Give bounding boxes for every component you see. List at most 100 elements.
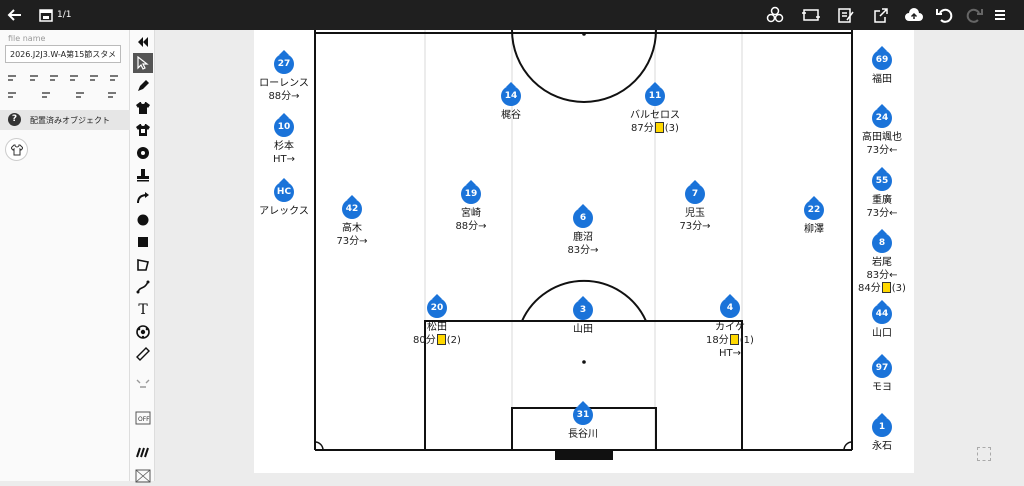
stamp-icon[interactable] (133, 165, 153, 185)
shirt-object-button[interactable] (5, 138, 28, 161)
shirt-dark-icon[interactable] (133, 98, 153, 118)
align-left-icon[interactable] (6, 72, 20, 84)
text-icon[interactable]: T (133, 300, 153, 320)
player-note: 83分→ (567, 245, 599, 256)
player-number: 3 (573, 300, 593, 320)
card-count: (2) (446, 335, 461, 346)
placed-objects-header[interactable]: ? 配置済みオブジェクト (0, 110, 130, 130)
player-number: 42 (342, 199, 362, 219)
player-name: モヨ (872, 382, 892, 393)
back-arrow-icon[interactable] (5, 5, 25, 25)
player-31[interactable]: 31 長谷川 (538, 401, 628, 441)
card-count: (1) (739, 335, 754, 346)
player-10[interactable]: 10 杉本 HT→ (239, 113, 329, 166)
player-6[interactable]: 6 鹿沼 83分→ (538, 204, 628, 257)
align-bottom-icon[interactable] (108, 72, 122, 84)
player-97[interactable]: 97 モヨ (837, 354, 927, 394)
player-number: 11 (645, 86, 665, 106)
player-number: 22 (804, 200, 824, 220)
player-number: 97 (872, 358, 892, 378)
player-note: 73分← (866, 145, 898, 156)
help-icon[interactable]: ? (8, 113, 21, 126)
player-7[interactable]: 7 児玉 73分→ (650, 180, 740, 233)
shirt-number-icon[interactable] (133, 120, 153, 140)
cloud-upload-icon[interactable] (904, 5, 924, 25)
yellow-card-icon (729, 334, 739, 345)
player-19[interactable]: 19 宮崎 88分→ (426, 180, 516, 233)
menu-icon[interactable] (990, 5, 1010, 25)
tool-palette: T OFF (130, 30, 155, 483)
ruler-icon[interactable] (133, 344, 153, 364)
player-24[interactable]: 24 高田颯也 73分← (837, 104, 927, 157)
bring-front-icon[interactable] (74, 89, 88, 101)
wall-icon[interactable] (133, 442, 153, 462)
player-note: 87分 (631, 123, 654, 134)
file-name-label: file name (8, 34, 46, 43)
player-name: 岩尾 (872, 257, 892, 268)
bring-forward-icon[interactable] (6, 89, 20, 101)
swap-icon[interactable] (801, 5, 821, 25)
player-8[interactable]: 8 岩尾 83分← 84分 (3) (837, 229, 927, 295)
redo-icon[interactable] (964, 5, 984, 25)
player-number: 10 (274, 117, 294, 137)
player-number: 14 (501, 86, 521, 106)
player-number: 8 (872, 233, 892, 253)
player-14[interactable]: 14 梶谷 (466, 82, 556, 122)
player-55[interactable]: 55 重廣 73分← (837, 167, 927, 220)
player-20[interactable]: 20 松田 80分 (2) (392, 294, 482, 347)
undo-icon[interactable] (935, 5, 955, 25)
left-panel: file name 2026.J2J3.W-A第15節スタメ ? 配置済みオブジ… (0, 30, 130, 481)
player-27[interactable]: 27 ローレンス 88分→ (239, 50, 329, 103)
line-icon[interactable] (133, 277, 153, 297)
share-tactics-icon[interactable] (765, 5, 785, 25)
player-number: 69 (872, 50, 892, 70)
align-top-icon[interactable] (68, 72, 82, 84)
align-middle-icon[interactable] (88, 72, 102, 84)
offside-icon[interactable]: OFF (133, 408, 153, 428)
player-number: 55 (872, 171, 892, 191)
send-backward-icon[interactable] (40, 89, 54, 101)
pitch-icon[interactable] (133, 466, 153, 486)
send-back-icon[interactable] (106, 89, 120, 101)
player-note: 73分→ (336, 236, 368, 247)
placed-objects-label: 配置済みオブジェクト (30, 116, 110, 125)
player-note: 88分→ (268, 91, 300, 102)
edit-icon[interactable] (836, 5, 856, 25)
player-note: 80分 (413, 335, 436, 346)
player-name: 山口 (872, 328, 892, 339)
player-number: 44 (872, 304, 892, 324)
player-3[interactable]: 3 山田 (538, 296, 628, 336)
player-name: 山田 (573, 324, 593, 335)
player-11[interactable]: 11 バルセロス 87分 (3) (610, 82, 700, 135)
player-name: ローレンス (259, 78, 309, 89)
yellow-card-icon (881, 282, 891, 293)
arrow-curve-icon[interactable] (133, 188, 153, 208)
player-name: 高木 (342, 223, 362, 234)
export-icon[interactable] (871, 5, 891, 25)
align-center-icon[interactable] (28, 72, 42, 84)
pen-icon[interactable] (133, 76, 153, 96)
player-number: 20 (427, 298, 447, 318)
align-right-icon[interactable] (48, 72, 62, 84)
player-44[interactable]: 44 山口 (837, 300, 927, 340)
player-4[interactable]: 4 カイケ 18分 (1) HT→ (685, 294, 775, 360)
select-icon[interactable] (133, 53, 153, 73)
tactics-canvas[interactable]: 27 ローレンス 88分→ 10 杉本 HT→ HC アレックス 42 高木 7… (254, 30, 914, 473)
yellow-card-icon (436, 334, 446, 345)
player-1[interactable]: 1 永石 (837, 413, 927, 453)
player-number: 7 (685, 184, 705, 204)
circle-icon[interactable] (133, 210, 153, 230)
player-69[interactable]: 69 福田 (837, 46, 927, 86)
file-name-field[interactable]: 2026.J2J3.W-A第15節スタメ (5, 45, 121, 63)
player-42[interactable]: 42 高木 73分→ (307, 195, 397, 248)
square-icon[interactable] (133, 232, 153, 252)
player-name: 長谷川 (568, 429, 598, 440)
ball-icon[interactable] (133, 143, 153, 163)
calendar-icon[interactable] (36, 5, 56, 25)
player-name: 福田 (872, 74, 892, 85)
soccer-ball-icon[interactable] (133, 322, 153, 342)
collapse-icon[interactable] (133, 32, 153, 52)
polygon-icon[interactable] (133, 255, 153, 275)
fit-screen-icon[interactable] (977, 447, 991, 461)
formation-icon[interactable] (133, 374, 153, 394)
